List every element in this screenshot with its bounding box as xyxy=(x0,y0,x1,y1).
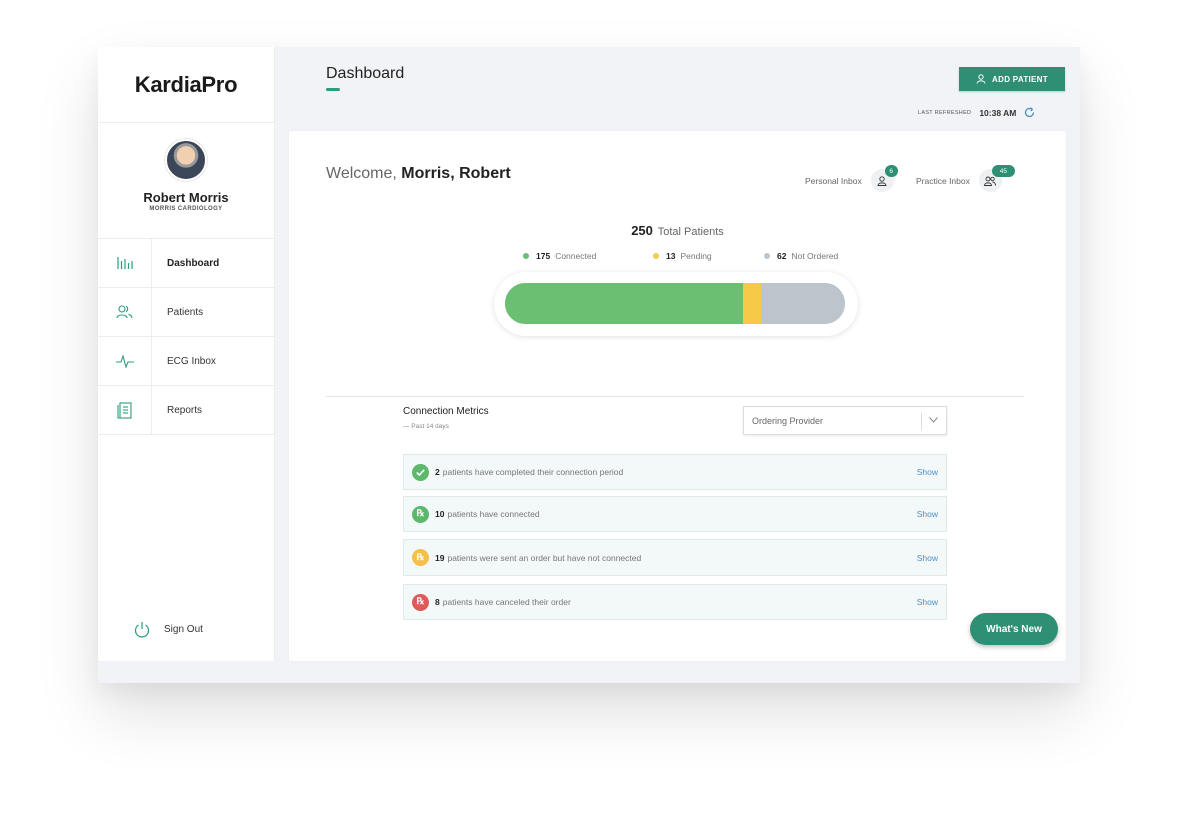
rx-icon: ℞ xyxy=(412,593,429,611)
welcome-name: Morris, Robert xyxy=(401,165,511,182)
user-icon xyxy=(976,74,986,84)
metric-text: patients have completed their connection… xyxy=(442,467,624,477)
dropdown-value: Ordering Provider xyxy=(752,415,824,426)
metric-row-canceled: ℞ 8 patients have canceled their order S… xyxy=(403,584,947,620)
connected-count: 175 xyxy=(536,251,551,261)
check-icon xyxy=(412,463,429,481)
users-icon xyxy=(984,176,997,186)
show-link-canceled[interactable]: Show xyxy=(917,597,938,607)
dashboard-card: Welcome, Morris, Robert Personal Inbox 6… xyxy=(289,131,1066,661)
last-refreshed: LAST REFRESHED 10:38 AM xyxy=(918,107,1035,118)
app-logo[interactable]: KardiaPro xyxy=(98,47,274,123)
add-patient-button[interactable]: ADD PATIENT xyxy=(959,67,1065,91)
pending-segment[interactable] xyxy=(743,283,761,324)
metric-count: 8 xyxy=(435,597,440,607)
metric-text: patients have canceled their order xyxy=(442,597,571,607)
sidebar-item-reports[interactable]: Reports xyxy=(98,386,274,435)
not-ordered-dot xyxy=(764,253,770,259)
sign-out-label: Sign Out xyxy=(164,624,203,635)
page-title: Dashboard xyxy=(326,65,405,82)
metric-row-connected: ℞ 10 patients have connected Show xyxy=(403,496,947,532)
welcome-message: Welcome, Morris, Robert xyxy=(326,165,511,183)
bar-chart-icon xyxy=(116,257,133,269)
metric-count: 19 xyxy=(435,552,445,563)
sidebar-item-label: Reports xyxy=(167,404,203,416)
metrics-subtitle: — Past 14 days xyxy=(403,423,449,430)
not-ordered-label: Not Ordered xyxy=(791,251,839,261)
pending-count: 13 xyxy=(666,251,676,261)
pending-dot xyxy=(653,253,659,259)
sidebar-item-label: Patients xyxy=(167,306,204,318)
not-ordered-segment[interactable] xyxy=(760,283,845,324)
personal-inbox-count: 6 xyxy=(884,165,898,177)
total-patients-label: Total Patients xyxy=(657,226,724,238)
welcome-prefix: Welcome, xyxy=(326,165,397,182)
personal-inbox-button[interactable]: Personal Inbox 6 xyxy=(805,165,898,192)
legend-pending: 13 Pending xyxy=(653,251,712,261)
rx-icon: ℞ xyxy=(412,505,429,523)
connected-dot xyxy=(523,253,529,259)
metric-count: 2 xyxy=(435,467,440,477)
app-window: KardiaPro Robert Morris MORRIS CARDIOLOG… xyxy=(98,47,1080,683)
last-refreshed-label: LAST REFRESHED xyxy=(918,109,972,116)
rx-icon: ℞ xyxy=(412,549,429,566)
chevron-down-icon xyxy=(929,417,938,423)
sidebar-item-label: Dashboard xyxy=(167,257,220,269)
ecg-pulse-icon xyxy=(115,354,134,368)
power-icon xyxy=(134,622,150,638)
show-link-connected[interactable]: Show xyxy=(917,509,938,519)
practice-inbox-count: 45 xyxy=(991,165,1015,177)
metric-row-completed: 2 patients have completed their connecti… xyxy=(403,454,947,490)
show-link-not-connected[interactable]: Show xyxy=(917,553,938,563)
sidebar: KardiaPro Robert Morris MORRIS CARDIOLOG… xyxy=(98,47,275,661)
sidebar-item-ecg-inbox[interactable]: ECG Inbox xyxy=(98,337,274,386)
patient-status-bar xyxy=(494,272,858,336)
practice-inbox-label: Practice Inbox xyxy=(916,175,970,186)
connected-label: Connected xyxy=(555,251,597,261)
sidebar-item-patients[interactable]: Patients xyxy=(98,288,274,337)
sidebar-item-label: ECG Inbox xyxy=(167,355,216,367)
sign-out-button[interactable]: Sign Out xyxy=(134,621,203,638)
show-link-completed[interactable]: Show xyxy=(917,467,938,477)
ordering-provider-dropdown[interactable]: Ordering Provider xyxy=(743,406,947,435)
pending-label: Pending xyxy=(680,251,712,261)
personal-inbox-label: Personal Inbox xyxy=(805,175,862,186)
total-patients: 250 Total Patients xyxy=(289,223,1066,238)
user-icon xyxy=(877,175,887,186)
metric-text: patients have connected xyxy=(447,509,540,519)
section-divider xyxy=(326,396,1024,397)
users-icon xyxy=(116,305,133,319)
total-patients-count: 250 xyxy=(631,223,653,238)
practice-inbox-button[interactable]: Practice Inbox 45 xyxy=(916,165,1015,192)
title-underline xyxy=(326,88,340,91)
metric-count: 10 xyxy=(435,509,445,519)
metric-text: patients were sent an order but have not… xyxy=(447,552,642,563)
add-patient-label: ADD PATIENT xyxy=(992,74,1048,84)
refresh-icon[interactable] xyxy=(1024,107,1035,118)
whats-new-button[interactable]: What's New xyxy=(970,613,1058,645)
connected-segment[interactable] xyxy=(505,283,743,324)
profile-organization: MORRIS CARDIOLOGY xyxy=(149,206,223,212)
last-refreshed-time: 10:38 AM xyxy=(979,107,1017,118)
metric-row-not-connected: ℞ 19 patients were sent an order but hav… xyxy=(403,539,947,576)
document-icon xyxy=(117,401,132,419)
avatar xyxy=(165,139,207,181)
legend-connected: 175 Connected xyxy=(523,251,596,261)
metrics-title: Connection Metrics xyxy=(403,406,489,417)
profile-name: Robert Morris xyxy=(143,190,229,205)
not-ordered-count: 62 xyxy=(777,251,787,261)
user-profile: Robert Morris MORRIS CARDIOLOGY xyxy=(98,123,274,239)
legend-not-ordered: 62 Not Ordered xyxy=(764,251,838,261)
sidebar-item-dashboard[interactable]: Dashboard xyxy=(98,239,274,288)
